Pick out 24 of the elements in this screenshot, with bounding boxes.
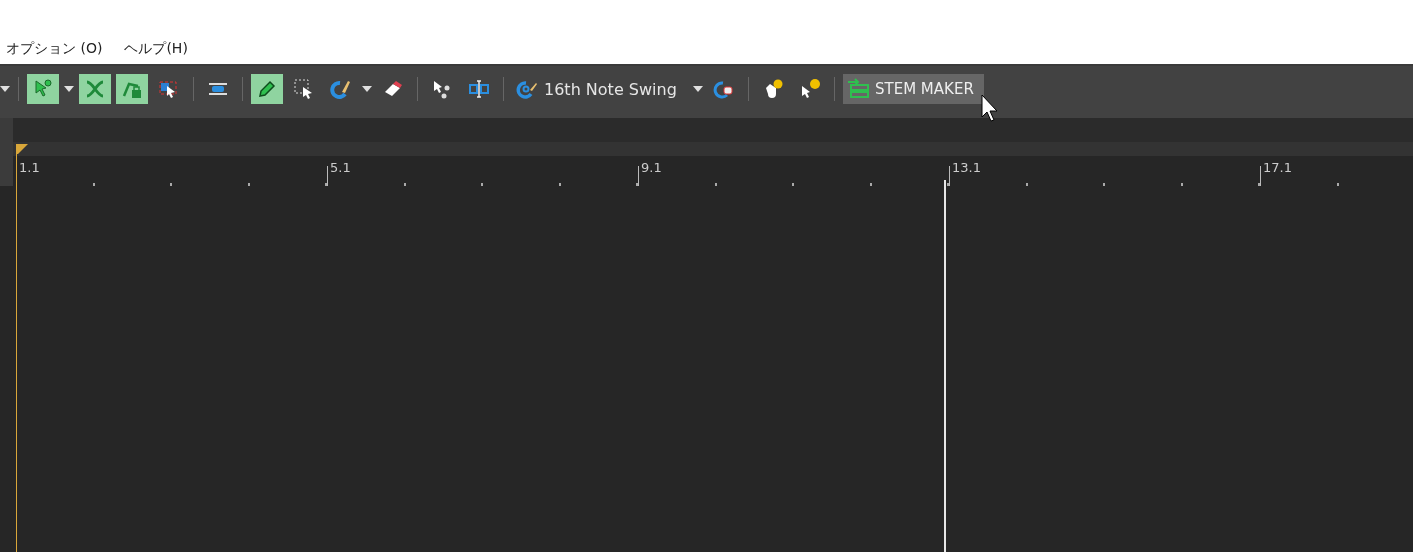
- caret-icon[interactable]: [693, 86, 703, 92]
- swirl-icon: [713, 78, 735, 100]
- caret-icon[interactable]: [362, 86, 372, 92]
- bar-number: 13.1: [952, 160, 981, 175]
- bar-number: 9.1: [641, 160, 662, 175]
- menu-item[interactable]: ヘルプ(H): [124, 40, 188, 58]
- pencil-icon: [256, 78, 278, 100]
- help-icon: [799, 78, 821, 100]
- selection-icon: [158, 78, 180, 100]
- start-marker-icon[interactable]: [16, 144, 28, 154]
- brush-icon: [330, 78, 352, 100]
- split-icon: [468, 78, 490, 100]
- bar-number: 5.1: [330, 160, 351, 175]
- bar-number: 1.1: [19, 160, 40, 175]
- stem-icon: [847, 78, 871, 100]
- caret-icon[interactable]: [0, 86, 10, 92]
- crossfade-icon: [84, 78, 106, 100]
- stem-maker-button[interactable]: STEM MAKER: [843, 74, 984, 104]
- bar-number: 17.1: [1263, 160, 1292, 175]
- caret-icon[interactable]: [64, 86, 74, 92]
- tool-button[interactable]: [251, 74, 283, 104]
- groove-dropdown[interactable]: 16th Note Swing: [512, 78, 688, 100]
- menu-item[interactable]: オプション (O): [6, 40, 103, 58]
- swirl-icon: [516, 78, 538, 100]
